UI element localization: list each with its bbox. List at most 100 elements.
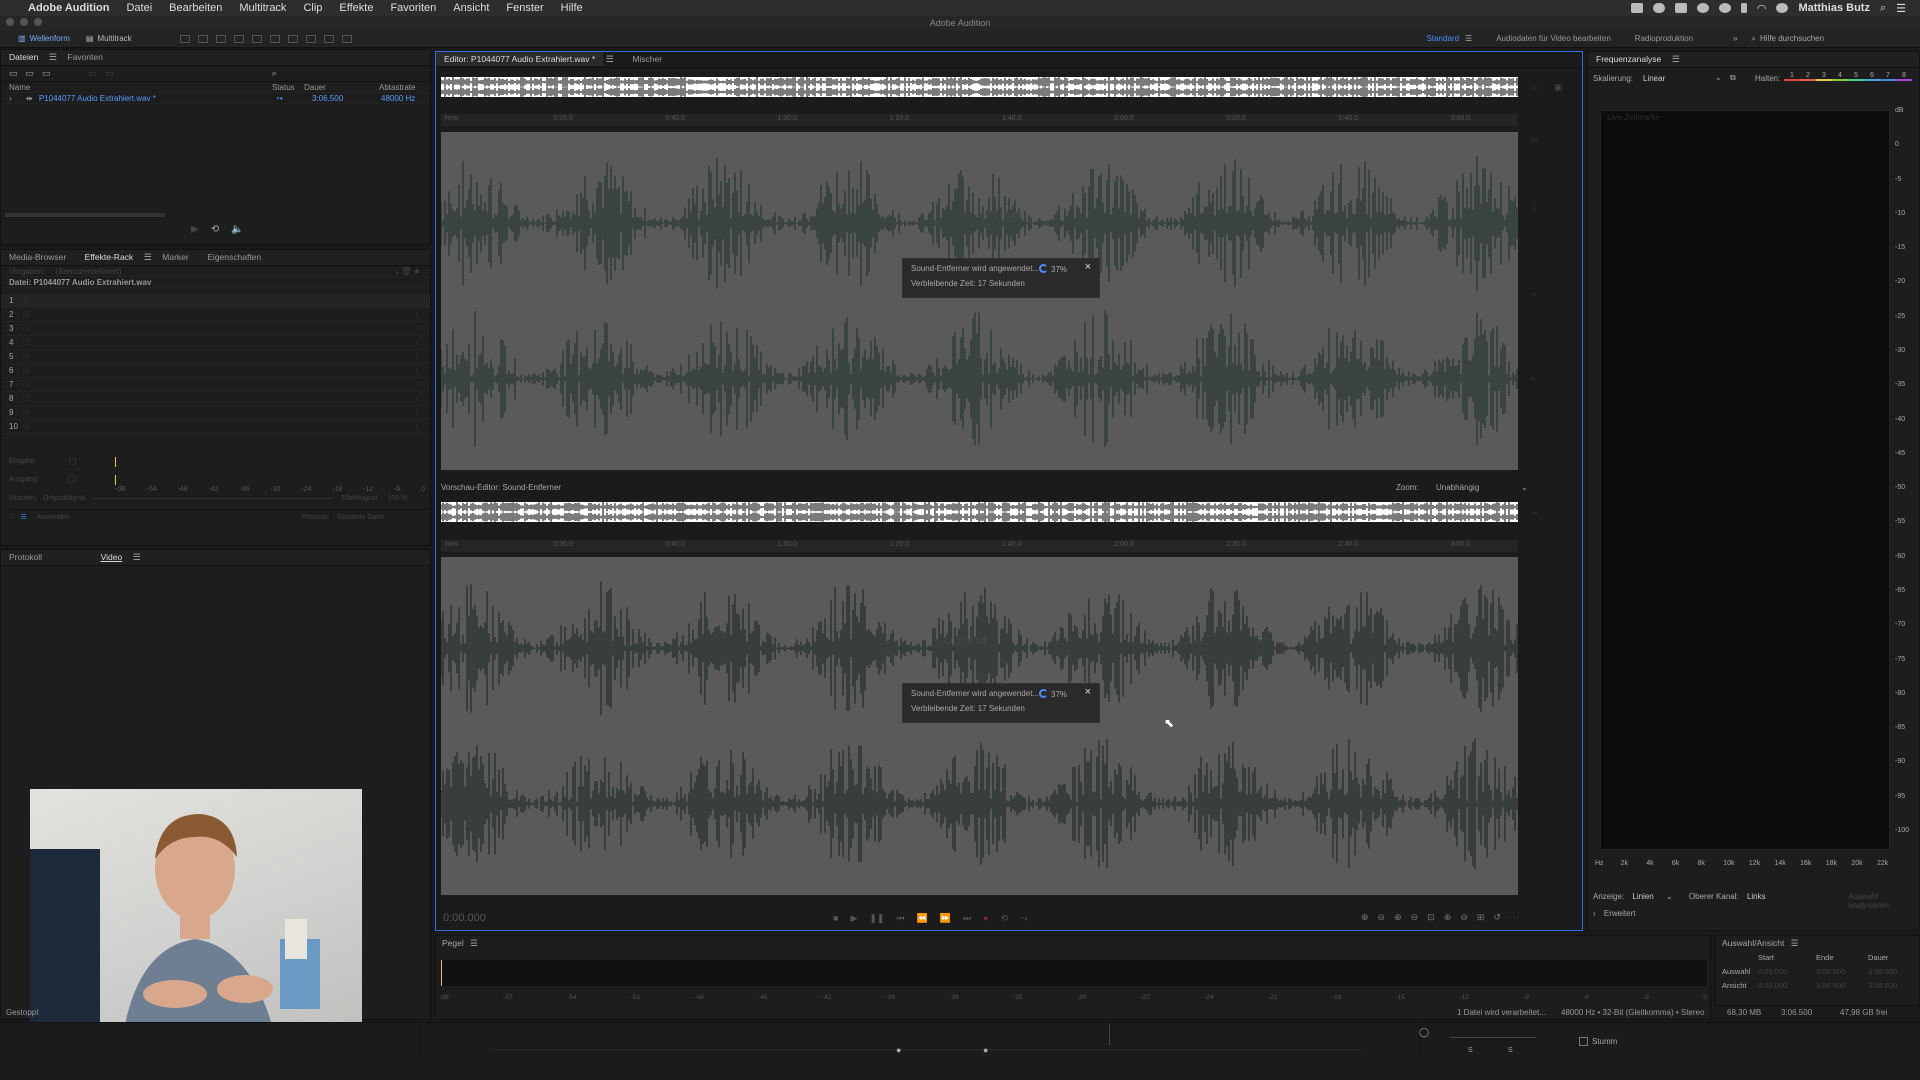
power-icon[interactable]: ⏻ [23, 380, 29, 389]
chevron-down-icon[interactable]: ⌄ [1666, 892, 1673, 901]
menu-favoriten[interactable]: Favoriten [390, 2, 436, 14]
spectral-view-icon[interactable] [179, 34, 190, 43]
loop-icon[interactable]: ⟲ [1001, 913, 1009, 924]
zoom-out-amplitude-icon[interactable]: ⊖ [1378, 912, 1386, 923]
display-select[interactable]: Linien [1632, 892, 1653, 901]
close-icon[interactable]: × [1085, 261, 1091, 273]
view-duration[interactable]: 3:06.500 [1868, 981, 1897, 990]
record-icon[interactable]: ● [983, 913, 988, 924]
range-start-handle[interactable]: ● [896, 1045, 901, 1055]
stop-icon[interactable]: ■ [833, 913, 838, 924]
slip-tool-icon[interactable] [251, 34, 262, 43]
power-icon[interactable]: ⏻ [23, 394, 29, 403]
chevron-right-icon[interactable]: › [415, 364, 418, 378]
user-switch-icon[interactable] [1776, 3, 1789, 13]
hold-button[interactable]: 8 [1896, 72, 1912, 81]
effect-slot[interactable]: 7 ⏻ › [1, 378, 430, 392]
minimize-window-icon[interactable] [20, 18, 28, 26]
multitrack-view-button[interactable]: ▤ Multitrack [78, 32, 140, 46]
more-zoom-icon[interactable]: ⋯ [1510, 912, 1519, 923]
panel-menu-icon[interactable]: ☰ [49, 52, 57, 62]
hold-button[interactable]: 1 [1784, 72, 1800, 81]
effect-slot[interactable]: 1 ⏻ › [1, 294, 430, 308]
hold-button[interactable]: 7 [1880, 72, 1896, 81]
menu-ansicht[interactable]: Ansicht [453, 2, 489, 14]
pitch-view-icon[interactable] [197, 34, 208, 43]
scale-select[interactable]: Linear [1643, 74, 1665, 83]
hud-volume-knob[interactable]: ◁ ◯ +0 dB [977, 210, 1023, 221]
menu-effekte[interactable]: Effekte [339, 2, 373, 14]
power-icon[interactable]: ⏻ [23, 352, 29, 361]
panel-menu-icon[interactable]: ☰ [144, 252, 152, 262]
menu-multitrack[interactable]: Multitrack [239, 2, 286, 14]
preview-zoom-icon[interactable]: ⇔ [1530, 507, 1539, 517]
reset-zoom-icon[interactable]: ↺ [1493, 912, 1501, 923]
play-icon[interactable]: ▶ [850, 913, 857, 924]
preview-waveform-overview[interactable] [441, 502, 1518, 522]
preset-save-icon[interactable]: ⤓ 🗑 ★ [395, 266, 420, 277]
knob-icon[interactable]: ◯ [1419, 1027, 1429, 1038]
zoom-select[interactable]: Unabhängig [1436, 483, 1479, 492]
list-icon[interactable]: ☰ [21, 514, 27, 521]
loop-icon[interactable]: ⟲ [211, 224, 219, 235]
tab-video[interactable]: Video [93, 550, 131, 564]
zoom-out-time-icon[interactable]: ⊖ [1411, 912, 1419, 923]
lasso-tool-icon[interactable] [305, 34, 316, 43]
chevron-right-icon[interactable]: › [9, 94, 12, 103]
preset-select[interactable]: (Benutzerdefiniert) [56, 267, 122, 276]
waveform-view-button[interactable]: ▥ Wellenform [10, 32, 78, 46]
copy-icon[interactable]: ⧉ [1730, 73, 1736, 83]
main-waveform-display[interactable]: ◁ ◯ +0 dB Sound-Entferner wird angewende… [441, 132, 1518, 470]
more-workspaces-icon[interactable]: » [1733, 34, 1737, 43]
import-file-icon[interactable]: ▭ [26, 68, 35, 79]
waveform-overview[interactable] [441, 77, 1518, 97]
mute-toggle[interactable]: Stumm [1579, 1037, 1617, 1046]
power-icon[interactable]: ⏻ [23, 338, 29, 347]
power-icon[interactable]: ⏻ [23, 310, 29, 319]
chevron-right-icon[interactable]: › [415, 392, 418, 406]
panel-menu-icon[interactable]: ☰ [470, 938, 478, 948]
view-start[interactable]: 0:00.000 [1758, 981, 1787, 990]
chevron-right-icon[interactable]: › [415, 406, 418, 420]
delete-file-icon[interactable]: ▭ [105, 68, 114, 79]
range-end-handle[interactable]: ● [983, 1045, 988, 1055]
power-icon[interactable]: ⏻ [23, 408, 29, 417]
apply-button[interactable]: Anwenden [37, 514, 70, 521]
chevron-right-icon[interactable]: › [415, 350, 418, 364]
workspace-standard[interactable]: Standard [1427, 34, 1459, 43]
selection-duration[interactable]: 3:06.500 [1868, 967, 1897, 976]
menu-fenster[interactable]: Fenster [506, 2, 543, 14]
preview-hud-volume-knob[interactable]: ◁ ◯ +0 dB [941, 635, 987, 646]
panel-menu-icon[interactable]: ☰ [606, 54, 614, 64]
help-search-input[interactable]: Hilfe durchsuchen [1760, 34, 1880, 43]
panel-menu-icon[interactable]: ☰ [1791, 938, 1799, 948]
advanced-toggle[interactable]: › Erweitert [1593, 909, 1635, 918]
effect-slot[interactable]: 8 ⏻ › [1, 392, 430, 406]
zoom-out-point-icon[interactable]: ⊖ [1460, 912, 1468, 923]
chevron-right-icon[interactable]: › [415, 378, 418, 392]
razor-tool-icon[interactable] [233, 34, 244, 43]
power-icon[interactable]: ⏻ [23, 422, 29, 431]
tab-history[interactable]: Protokoll [1, 550, 50, 564]
hold-button[interactable]: 5 [1848, 72, 1864, 81]
zoom-in-amplitude-icon[interactable]: ⊕ [1361, 912, 1369, 923]
marquee-tool-icon[interactable] [287, 34, 298, 43]
files-search-icon[interactable]: ⌕ [272, 68, 277, 79]
time-selection-tool-icon[interactable] [269, 34, 280, 43]
analyze-selection-button[interactable]: Auswahl analysieren [1848, 892, 1918, 910]
menu-clip[interactable]: Clip [303, 2, 322, 14]
zoom-selection-icon[interactable]: ⊞ [1477, 912, 1485, 923]
tab-effects-rack[interactable]: Effekte-Rack [77, 250, 142, 264]
mute-checkbox[interactable] [1579, 1037, 1588, 1046]
col-samplerate[interactable]: Abtastrate [379, 82, 415, 93]
tab-mixer[interactable]: Mischer [624, 52, 670, 66]
chevron-right-icon[interactable]: › [415, 420, 418, 434]
effect-slot[interactable]: 10 ⏻ › [1, 420, 430, 434]
tab-media-browser[interactable]: Media-Browser [1, 250, 74, 264]
rewind-icon[interactable]: ⏪ [917, 913, 928, 924]
new-file-icon[interactable]: ▭ [42, 68, 51, 79]
view-end[interactable]: 3:06.500 [1816, 981, 1845, 990]
fast-forward-icon[interactable]: ⏩ [940, 913, 951, 924]
tab-editor[interactable]: Editor: P1044077 Audio Extrahiert.wav * [436, 52, 604, 66]
effect-slot[interactable]: 5 ⏻ › [1, 350, 430, 364]
